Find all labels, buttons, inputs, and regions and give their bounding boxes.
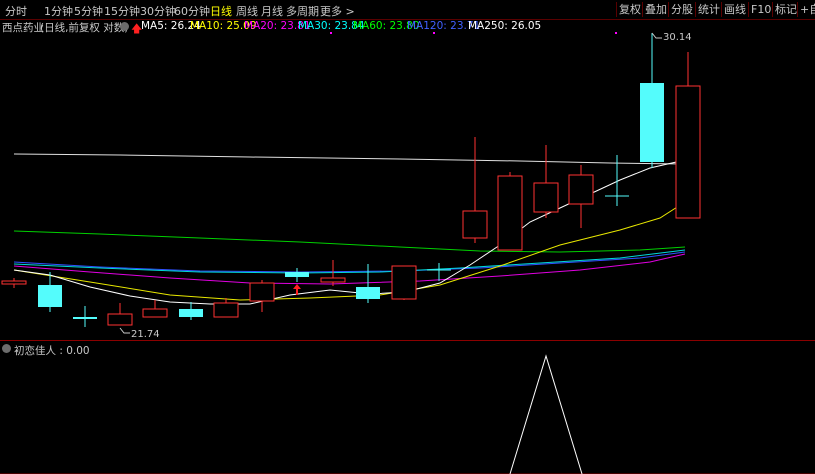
ma250-line [13, 153, 686, 165]
low-pointer [119, 327, 130, 334]
signal-dot [433, 32, 435, 34]
high-pointer [651, 32, 662, 39]
kline-chart[interactable]: 30.14 21.74 [0, 0, 815, 474]
signal-dot [330, 32, 332, 34]
high-price-label: 30.14 [663, 32, 692, 43]
indicator-line [509, 354, 583, 474]
indicator-settings-icon[interactable] [2, 344, 11, 356]
ma60-line [13, 230, 686, 253]
signal-dot [615, 32, 617, 34]
indicator-label: 初恋佳人 : 0.00 [14, 345, 90, 357]
low-price-label: 21.74 [131, 329, 160, 340]
